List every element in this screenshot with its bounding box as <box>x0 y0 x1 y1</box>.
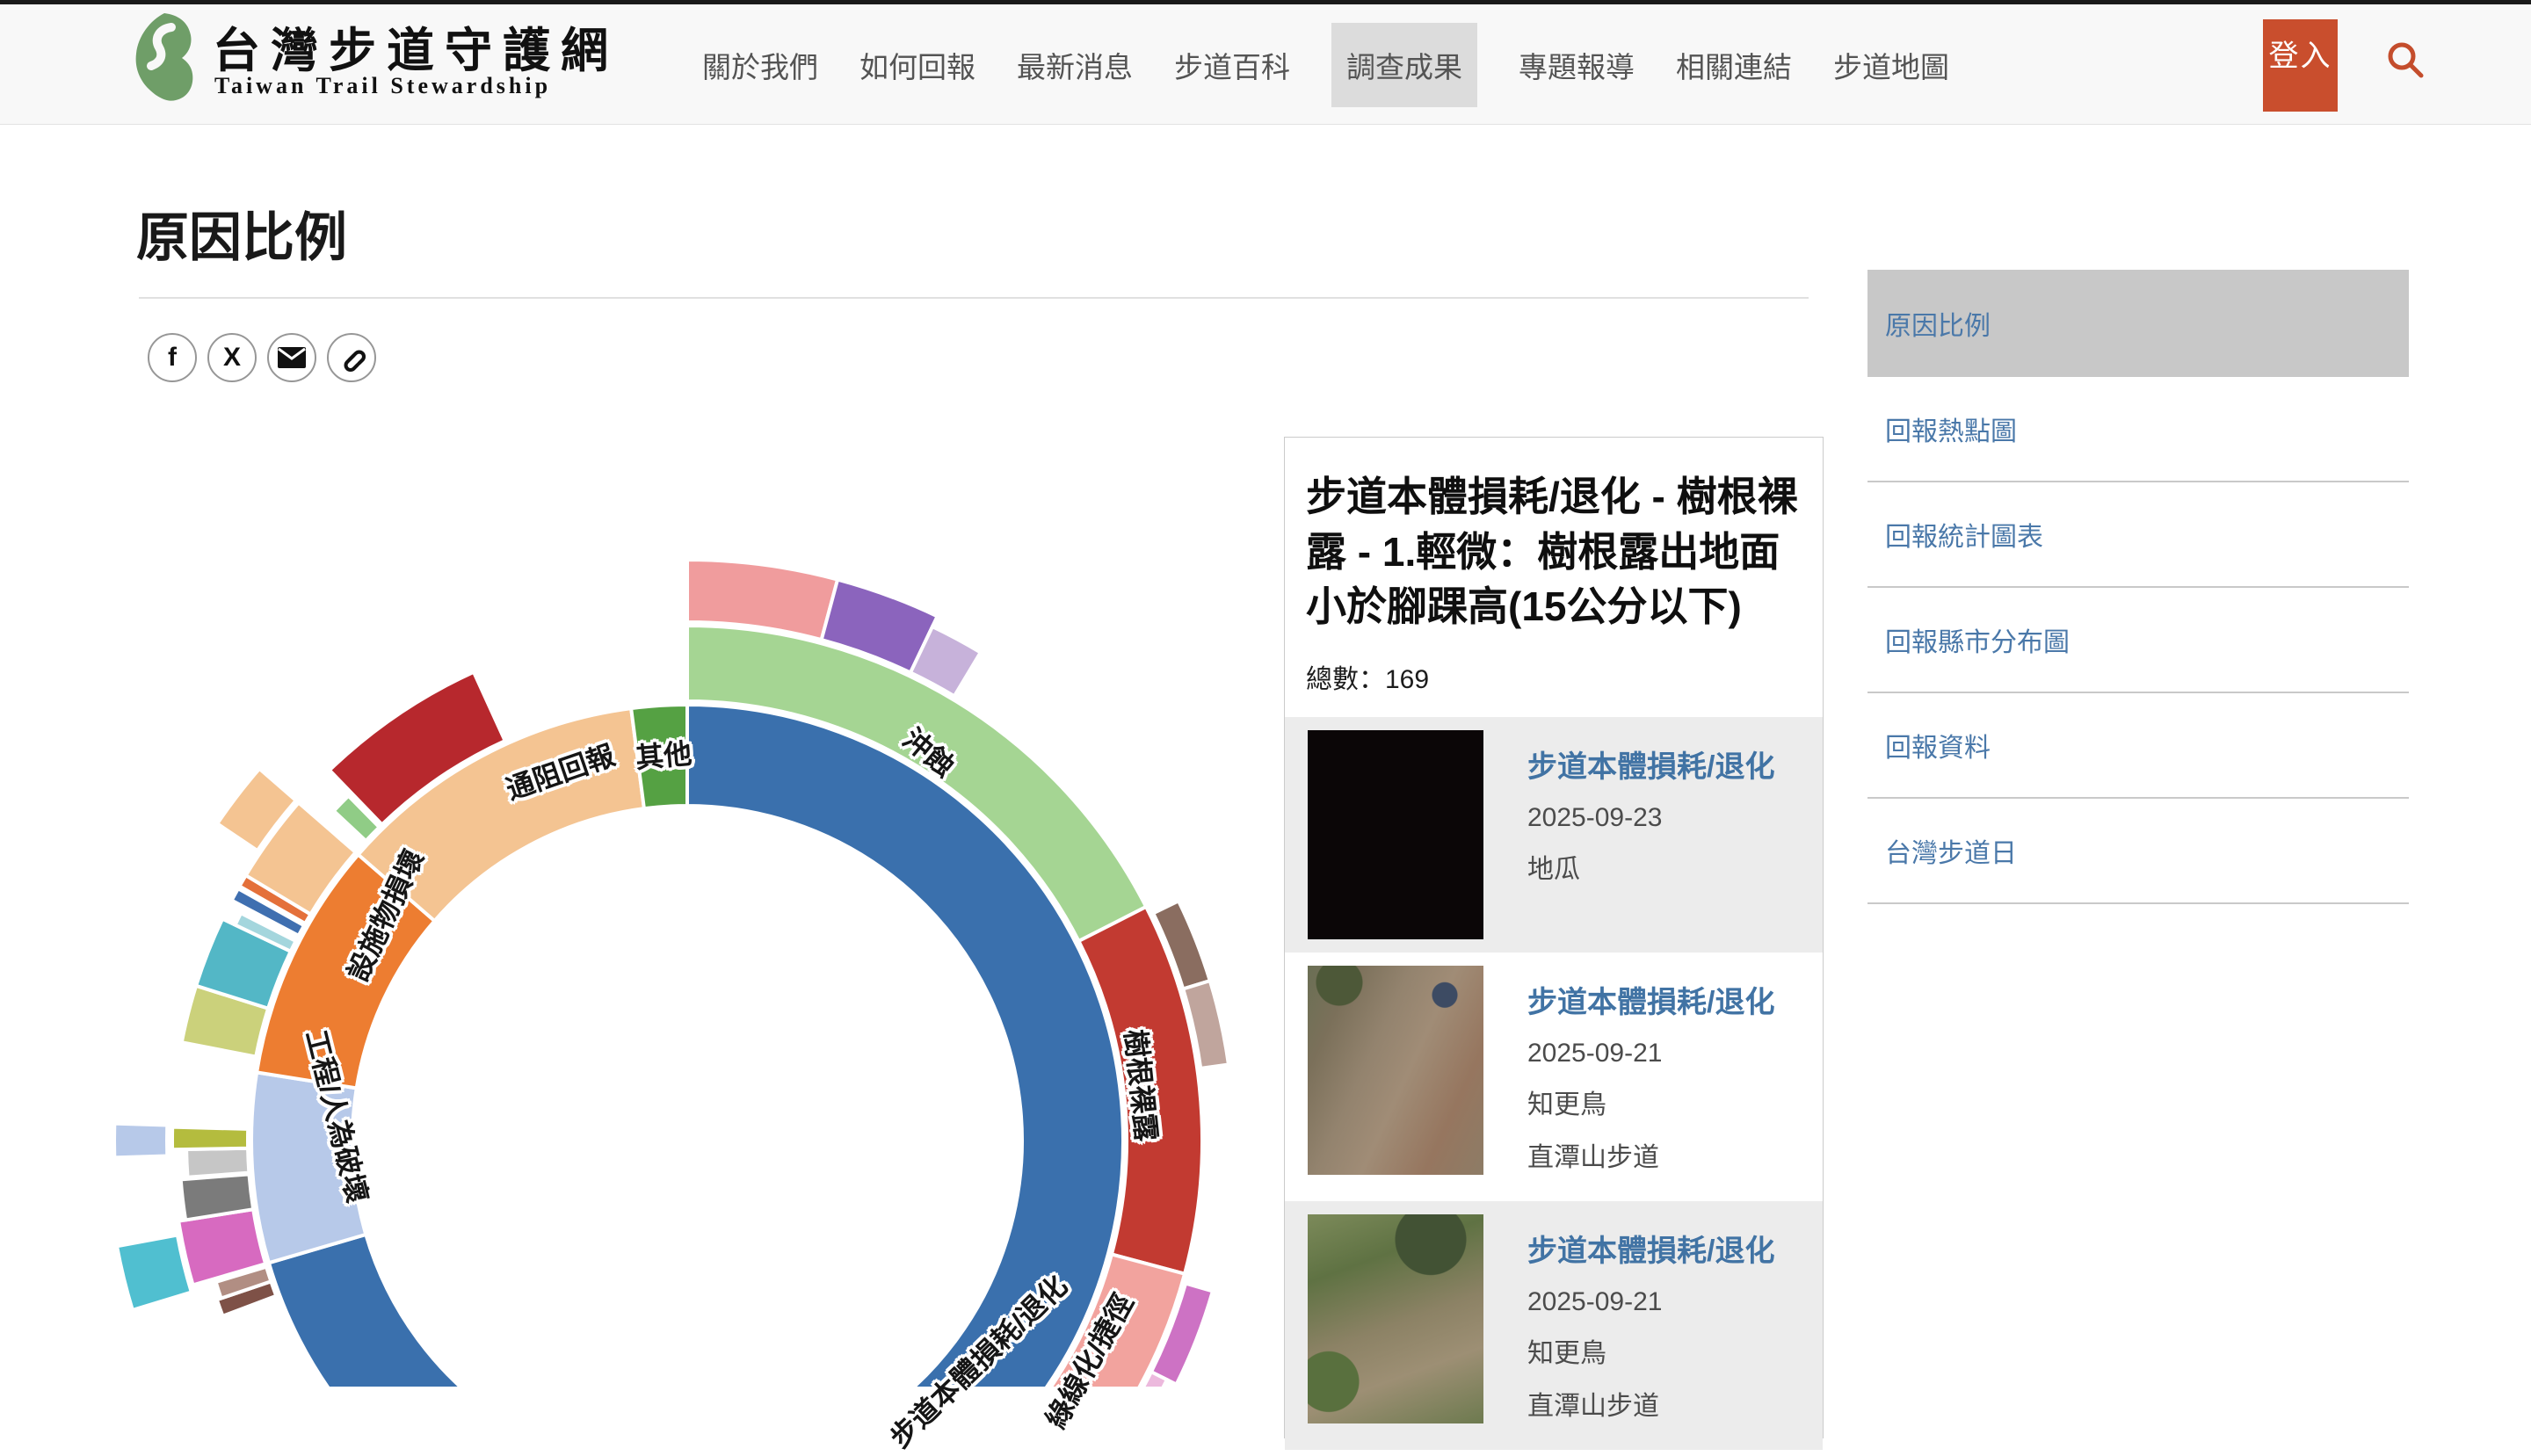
total-count: 總數：169 <box>1285 634 1823 717</box>
share-email-button[interactable] <box>267 333 316 382</box>
report-date: 2025-09-21 <box>1527 1287 1774 1317</box>
share-buttons: f X <box>148 333 376 382</box>
share-facebook-button[interactable]: f <box>148 333 197 382</box>
link-icon <box>336 342 367 373</box>
email-icon <box>277 346 307 369</box>
report-list-item[interactable]: 步道本體損耗/退化 2025-09-23 地瓜 <box>1285 717 1823 953</box>
sidebar-item-report-heatmap[interactable]: 回報熱點圖 <box>1867 377 2409 482</box>
facebook-icon: f <box>168 343 177 373</box>
site-logo-title[interactable]: 台灣步道守護網 <box>213 11 619 81</box>
nav-item-report[interactable]: 如何回報 <box>859 23 975 107</box>
nav-item-trail-map[interactable]: 步道地圖 <box>1833 23 1949 107</box>
sidebar-item-taiwan-trail-day[interactable]: 台灣步道日 <box>1867 799 2409 904</box>
sidebar-item-cause-proportion[interactable]: 原因比例 <box>1867 270 2409 377</box>
report-date: 2025-09-21 <box>1527 1039 1774 1068</box>
sunburst-segment[interactable] <box>117 1235 192 1310</box>
site-header: 台灣步道守護網 Taiwan Trail Stewardship 關於我們 如何… <box>0 4 2531 125</box>
report-photo[interactable] <box>1308 730 1483 939</box>
site-logo-subtitle: Taiwan Trail Stewardship <box>214 73 551 99</box>
cause-proportion-sunburst-chart: 沖蝕樹根裸露綠線化/捷徑步道本體損耗/退化工程/人為破壞設施物損壞通阻回報其他 <box>0 492 1283 1387</box>
sunburst-segment[interactable] <box>114 1124 167 1158</box>
sidebar-item-report-statistics[interactable]: 回報統計圖表 <box>1867 482 2409 588</box>
nav-item-links[interactable]: 相關連結 <box>1676 23 1792 107</box>
share-copy-link-button[interactable] <box>327 333 376 382</box>
report-reporter: 知更鳥 <box>1527 1331 1774 1370</box>
report-date: 2025-09-23 <box>1527 803 1774 833</box>
sunburst-segment[interactable] <box>172 1127 248 1150</box>
logo-icon[interactable] <box>132 11 193 113</box>
report-type-link[interactable]: 步道本體損耗/退化 <box>1527 742 1774 786</box>
report-type-link[interactable]: 步道本體損耗/退化 <box>1527 1227 1774 1270</box>
report-trail: 直潭山步道 <box>1527 1384 1774 1423</box>
sidebar-item-county-distribution[interactable]: 回報縣市分布圖 <box>1867 588 2409 693</box>
page-title: 原因比例 <box>136 195 347 272</box>
sidebar-item-report-data[interactable]: 回報資料 <box>1867 693 2409 799</box>
search-button[interactable] <box>2383 38 2429 83</box>
report-reporter: 知更鳥 <box>1527 1083 1774 1121</box>
section-sidebar: 原因比例 回報熱點圖 回報統計圖表 回報縣市分布圖 回報資料 台灣步道日 <box>1867 270 2409 904</box>
search-icon <box>2383 38 2429 83</box>
nav-item-about[interactable]: 關於我們 <box>702 23 818 107</box>
report-type-link[interactable]: 步道本體損耗/退化 <box>1527 978 1774 1021</box>
report-reporter: 地瓜 <box>1527 847 1774 886</box>
selected-segment-title: 步道本體損耗/退化 - 樹根裸露 - 1.輕微：樹根露出地面小於腳踝高(15公分… <box>1285 438 1823 634</box>
nav-item-features[interactable]: 專題報導 <box>1519 23 1635 107</box>
login-button[interactable]: 登入 <box>2263 19 2338 112</box>
nav-item-wiki[interactable]: 步道百科 <box>1174 23 1290 107</box>
report-list-item[interactable]: 步道本體損耗/退化 2025-09-21 知更鳥 直潭山步道 <box>1285 953 1823 1201</box>
sunburst-svg <box>0 492 1283 1387</box>
report-trail: 直潭山步道 <box>1527 1135 1774 1174</box>
report-list-item[interactable]: 步道本體損耗/退化 2025-09-21 知更鳥 直潭山步道 <box>1285 1201 1823 1450</box>
sunburst-segment[interactable] <box>186 1148 249 1177</box>
share-x-button[interactable]: X <box>207 333 257 382</box>
nav-item-news[interactable]: 最新消息 <box>1017 23 1133 107</box>
report-detail-panel: 步道本體損耗/退化 - 樹根裸露 - 1.輕微：樹根露出地面小於腳踝高(15公分… <box>1284 437 1824 1438</box>
title-divider <box>139 297 1809 299</box>
chart-segment-label: 其他 <box>634 731 693 776</box>
nav-item-survey-results[interactable]: 調查成果 <box>1331 23 1477 107</box>
x-twitter-icon: X <box>223 343 241 373</box>
main-nav: 關於我們 如何回報 最新消息 步道百科 調查成果 專題報導 相關連結 步道地圖 <box>702 4 1949 125</box>
report-photo[interactable] <box>1308 1214 1483 1423</box>
report-photo[interactable] <box>1308 966 1483 1175</box>
